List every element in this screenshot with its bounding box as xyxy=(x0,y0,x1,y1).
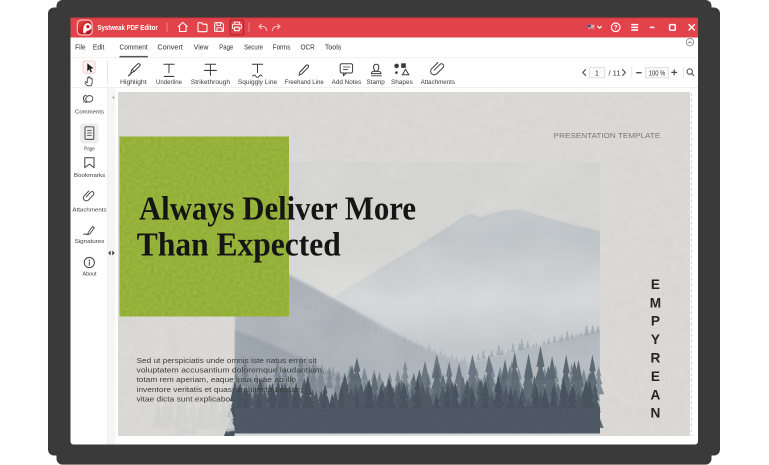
svg-text:Convert: Convert xyxy=(157,43,183,52)
svg-text:Stamp: Stamp xyxy=(367,79,386,86)
svg-text:Sed ut perspiciatis unde omnis: Sed ut perspiciatis unde omnis iste natu… xyxy=(137,358,317,365)
svg-text:PRESENTATION TEMPLATE: PRESENTATION TEMPLATE xyxy=(554,131,661,140)
svg-text:voluptatem accusantium dolorem: voluptatem accusantium doloremque laudan… xyxy=(137,368,325,375)
svg-text:/ 11: / 11 xyxy=(609,70,621,77)
svg-text:Than Expected: Than Expected xyxy=(137,226,341,263)
svg-text:Attachments: Attachments xyxy=(421,79,455,86)
svg-text:File: File xyxy=(75,43,86,52)
svg-text:Strikethrough: Strikethrough xyxy=(191,79,231,86)
svg-text:Always Deliver More: Always Deliver More xyxy=(139,191,416,228)
svg-text:Comment: Comment xyxy=(120,43,148,52)
svg-text:Tools: Tools xyxy=(325,43,342,52)
svg-text:N: N xyxy=(650,406,660,421)
svg-text:Attachments: Attachments xyxy=(72,208,106,214)
svg-text:E: E xyxy=(651,369,660,384)
svg-text:+: + xyxy=(112,95,116,102)
svg-text:View: View xyxy=(194,43,209,52)
svg-text:Squiggly Line: Squiggly Line xyxy=(238,79,278,86)
svg-text:M: M xyxy=(650,295,661,310)
svg-text:OCR: OCR xyxy=(301,43,315,52)
svg-text:Bookmarks: Bookmarks xyxy=(74,173,105,179)
svg-text:A: A xyxy=(650,387,660,402)
svg-text:?: ? xyxy=(614,25,618,32)
svg-text:Underline: Underline xyxy=(156,79,183,86)
svg-text:Secure: Secure xyxy=(244,43,263,52)
svg-text:100 %: 100 % xyxy=(649,70,666,77)
svg-text:1: 1 xyxy=(595,70,599,77)
svg-text:R: R xyxy=(650,351,660,366)
svg-text:P: P xyxy=(651,314,660,329)
svg-text:Systweak PDF Editor: Systweak PDF Editor xyxy=(98,23,158,32)
svg-text:Signatures: Signatures xyxy=(75,239,105,245)
svg-text:Page: Page xyxy=(219,43,233,52)
svg-text:totam rem aperiam, eaque ipsa: totam rem aperiam, eaque ipsa quae ab il… xyxy=(137,377,297,384)
svg-text:Add Notes: Add Notes xyxy=(332,79,362,86)
svg-text:About: About xyxy=(83,272,97,278)
svg-text:inventore veritatis et quasi a: inventore veritatis et quasi architecto … xyxy=(137,387,301,394)
svg-text:Y: Y xyxy=(651,332,660,347)
svg-text:vitae dicta sunt explicabo.: vitae dicta sunt explicabo. xyxy=(137,397,233,404)
svg-text:E: E xyxy=(651,277,660,292)
svg-text:Page: Page xyxy=(84,146,95,152)
svg-text:Shapes: Shapes xyxy=(391,79,413,86)
svg-text:Forms: Forms xyxy=(273,43,291,52)
svg-text:Highlight: Highlight xyxy=(120,79,147,86)
svg-text:Edit: Edit xyxy=(93,43,105,52)
svg-text:Freehand Line: Freehand Line xyxy=(285,79,325,86)
svg-text:Comments: Comments xyxy=(75,109,104,115)
